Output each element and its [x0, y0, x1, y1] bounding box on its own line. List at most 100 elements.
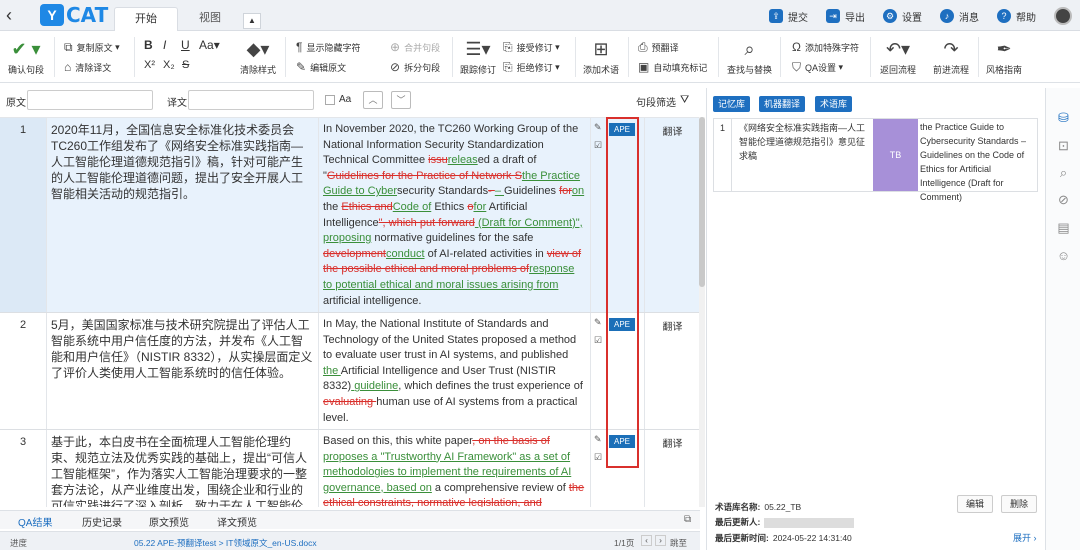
- style-guide-label: 风格指南: [986, 65, 1023, 75]
- autofill-tags-button[interactable]: ▣ 自动填充标记: [638, 60, 707, 74]
- termbase-button[interactable]: 术语库: [815, 96, 853, 112]
- copy-source-label: 复制原文: [76, 43, 113, 53]
- underline-button[interactable]: U: [181, 38, 190, 52]
- segment-target[interactable]: In November 2020, the TC260 Working Grou…: [318, 118, 590, 312]
- jump-to-label[interactable]: 跳至: [670, 537, 687, 549]
- termbase-name-label: 术语库名称:: [715, 502, 761, 512]
- tab-source-preview[interactable]: 原文预览: [149, 514, 189, 529]
- comment-icon[interactable]: ☑: [594, 335, 602, 346]
- search-icon: ⌕: [744, 39, 755, 59]
- clear-style-button[interactable]: ◆▾ 清除样式: [240, 39, 276, 76]
- avatar[interactable]: [1054, 7, 1072, 25]
- paperclip-icon[interactable]: ⊘: [1056, 192, 1071, 207]
- settings-label: 设置: [902, 12, 922, 24]
- segment-row[interactable]: 3 基于此，本白皮书在全面梳理人工智能伦理约束、规范立法及优秀实践的基础上，提出…: [0, 430, 700, 507]
- chevron-left-icon[interactable]: ‹: [6, 5, 24, 25]
- popout-icon[interactable]: ⧉: [684, 514, 691, 525]
- segment-status: 翻译: [644, 430, 700, 507]
- collapse-ribbon-icon[interactable]: ▲: [243, 13, 261, 29]
- segment-target[interactable]: In May, the National Institute of Standa…: [318, 313, 590, 429]
- submit-button[interactable]: ⇪ 提交: [769, 9, 808, 24]
- segment-number: 1: [0, 118, 46, 312]
- segment-filter-label[interactable]: 句段筛选: [636, 94, 676, 109]
- eraser-icon: ⌂: [64, 60, 72, 74]
- italic-button[interactable]: I: [163, 38, 166, 52]
- style-guide-button[interactable]: ✒ 风格指南: [986, 39, 1022, 76]
- pencil-icon[interactable]: ✎: [594, 122, 602, 133]
- notes-icon[interactable]: ▤: [1056, 220, 1071, 235]
- prev-page-button[interactable]: ‹: [641, 535, 652, 546]
- add-special-char-button[interactable]: Ω 添加特殊字符: [792, 40, 859, 54]
- delete-term-button[interactable]: 删除: [1001, 495, 1037, 513]
- subscript-button[interactable]: X₂: [163, 59, 175, 71]
- logo-mark: Y: [40, 4, 64, 26]
- mt-button[interactable]: 机器翻译: [759, 96, 806, 112]
- track-changes-button[interactable]: ☰▾ 跟踪修订: [460, 39, 496, 76]
- edit-source-button[interactable]: ✎ 编辑原文: [296, 60, 346, 74]
- tab-start[interactable]: 开始: [114, 7, 178, 31]
- term-match-row[interactable]: 1 《网络安全标准实践指南—人工智能伦理道德规范指引》意见征求稿 TB the …: [713, 118, 1038, 202]
- merge-segment-button[interactable]: ⊕ 合并句段: [390, 40, 440, 54]
- file-breadcrumb[interactable]: 05.22 APE-预翻译test > IT领域原文_en-US.docx: [134, 537, 317, 549]
- segment-row[interactable]: 2 5月，美国国家标准与技术研究院提出了评估人工智能系统中用户信任度的方法，并发…: [0, 313, 700, 430]
- accept-label: 接受修订: [516, 43, 553, 53]
- forward-flow-button[interactable]: ↷ 前进流程: [933, 39, 969, 76]
- pencil-icon[interactable]: ✎: [594, 434, 602, 445]
- divider: [978, 37, 979, 77]
- messages-button[interactable]: ♪ 消息: [940, 9, 979, 24]
- comment-icon[interactable]: ☑: [594, 452, 602, 463]
- scrollbar-thumb[interactable]: [699, 117, 705, 287]
- find-replace-button[interactable]: ⌕ 查找与替换: [727, 39, 772, 76]
- term-icon[interactable]: ⊡: [1056, 138, 1071, 153]
- reject-changes-button[interactable]: ⎘ 拒绝修订 ▾: [503, 60, 560, 75]
- pretranslate-button[interactable]: ⎙ 预翻译: [638, 40, 679, 55]
- superscript-button[interactable]: X²: [144, 59, 155, 71]
- grid-scrollbar[interactable]: [699, 117, 705, 507]
- segment-grid: 1 2020年11月，全国信息安全标准化技术委员会TC260工作组发布了《网络安…: [0, 117, 700, 507]
- target-filter-input[interactable]: [188, 90, 314, 110]
- term-target: the Practice Guide to Cybersecurity Stan…: [920, 122, 1027, 202]
- export-button[interactable]: ⇥ 导出: [826, 9, 865, 24]
- tab-history[interactable]: 历史记录: [82, 514, 122, 529]
- forward-label: 前进流程: [933, 65, 970, 75]
- clear-translation-button[interactable]: ⌂ 清除译文: [64, 60, 111, 74]
- add-special-label: 添加特殊字符: [804, 42, 859, 53]
- settings-button[interactable]: ⚙ 设置: [883, 9, 922, 24]
- filter-icon[interactable]: ⛛: [680, 94, 689, 107]
- case-button[interactable]: Aa ▾: [199, 38, 220, 52]
- next-match-button[interactable]: ﹀: [391, 91, 411, 109]
- tab-target-preview[interactable]: 译文预览: [217, 514, 257, 529]
- page-indicator: 1/1页: [614, 538, 635, 548]
- show-hidden-button[interactable]: ¶ 显示隐藏字符: [296, 40, 360, 54]
- add-term-button[interactable]: ⊞ 添加术语: [583, 39, 619, 76]
- prev-match-button[interactable]: ︿: [363, 91, 383, 109]
- copy-source-button[interactable]: ⧉ 复制原文 ▾: [64, 40, 120, 55]
- bold-button[interactable]: B: [144, 38, 153, 52]
- edit-term-button[interactable]: 编辑: [957, 495, 993, 513]
- shield-icon: ⛉: [792, 60, 802, 74]
- strike-button[interactable]: S: [182, 59, 189, 71]
- qa-settings-button[interactable]: ⛉ QA设置 ▾: [792, 60, 843, 75]
- tm-button[interactable]: 记忆库: [713, 96, 751, 112]
- comment-icon[interactable]: ☑: [594, 140, 602, 151]
- tab-view[interactable]: 视图: [196, 7, 224, 31]
- case-sensitive-checkbox[interactable]: [325, 95, 335, 105]
- search-icon[interactable]: ⌕: [1056, 165, 1071, 180]
- segment-row[interactable]: 1 2020年11月，全国信息安全标准化技术委员会TC260工作组发布了《网络安…: [0, 118, 700, 313]
- source-filter-input[interactable]: [27, 90, 153, 110]
- split-segment-button[interactable]: ⊘ 拆分句段: [390, 60, 440, 74]
- add-term-icon: ⊞: [593, 39, 609, 59]
- undo-flow-button[interactable]: ↶▾ 返回流程: [880, 39, 916, 76]
- next-page-button[interactable]: ›: [655, 535, 666, 546]
- accept-changes-button[interactable]: ⎘ 接受修订 ▾: [503, 40, 560, 55]
- confirm-segment-button[interactable]: ✔ ▾ 确认句段: [8, 39, 44, 76]
- robot-icon[interactable]: ☺: [1056, 248, 1071, 263]
- database-icon[interactable]: ⛁: [1056, 110, 1071, 125]
- help-button[interactable]: ? 帮助: [997, 9, 1036, 24]
- segment-target[interactable]: Based on this, this white paper, on the …: [318, 430, 590, 507]
- expand-button[interactable]: 展开 ›: [1013, 531, 1037, 544]
- pencil-icon[interactable]: ✎: [594, 317, 602, 328]
- autofill-icon: ▣: [638, 60, 650, 74]
- term-number: 1: [714, 119, 732, 191]
- status-bar: 进度 05.22 APE-预翻译test > IT领域原文_en-US.docx…: [0, 531, 700, 550]
